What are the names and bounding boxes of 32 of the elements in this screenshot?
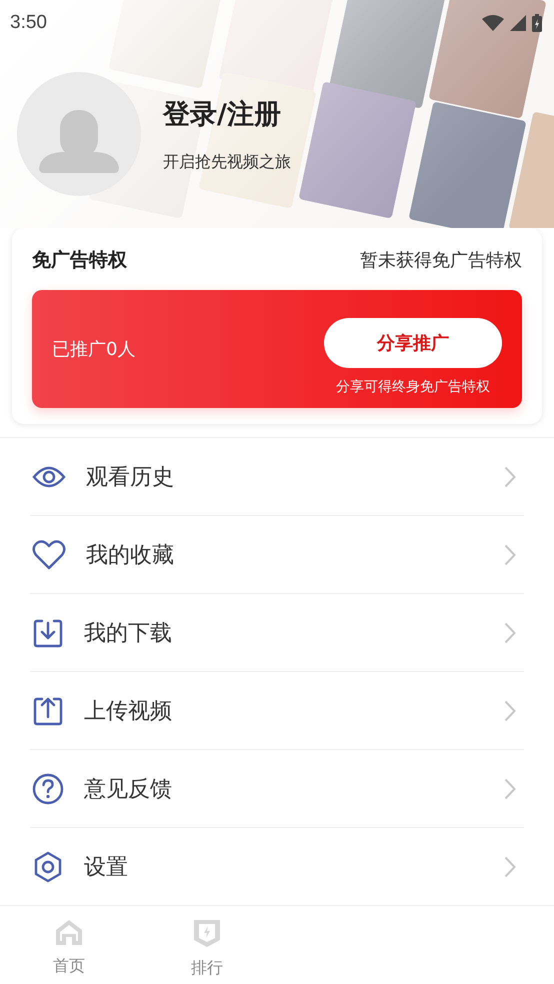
home-icon [54,918,84,946]
chevron-icon [504,544,516,566]
chevron-icon [504,856,516,878]
nav-tab[interactable]: 首页 [0,906,138,984]
chevron-icon [504,700,516,722]
heart-icon [32,540,66,570]
share-button[interactable]: 分享推广 [324,318,502,368]
menu-item[interactable]: 观看历史 [30,438,524,516]
battery-icon [532,14,542,32]
shield-icon [192,918,222,948]
eye-icon [32,464,66,488]
nav-tab[interactable]: 排行 [138,906,276,984]
settings-icon [32,850,64,882]
signal-icon [510,15,526,31]
share-note: 分享可得终身免广告特权 [336,378,490,396]
avatar-icon[interactable] [17,72,141,196]
promoted-count: 已推广0人 [52,338,136,361]
wifi-icon [482,15,504,31]
help-icon [32,772,64,804]
menu-item[interactable]: 上传视频 [30,672,524,750]
menu-item[interactable]: 意见反馈 [30,750,524,828]
chevron-icon [504,466,516,488]
menu-item[interactable]: 设置 [30,828,524,905]
ad-free-status: 暂未获得免广告特权 [360,249,522,272]
chevron-icon [504,622,516,644]
status-time: 3:50 [10,12,47,34]
card-title: 免广告特权 [32,248,127,273]
menu-item[interactable]: 我的收藏 [30,516,524,594]
profile-subtitle: 开启抢先视频之旅 [163,152,291,172]
chevron-icon [504,778,516,800]
login-link[interactable]: 登录/注册 [163,96,291,132]
menu-item[interactable]: 我的下载 [30,594,524,672]
